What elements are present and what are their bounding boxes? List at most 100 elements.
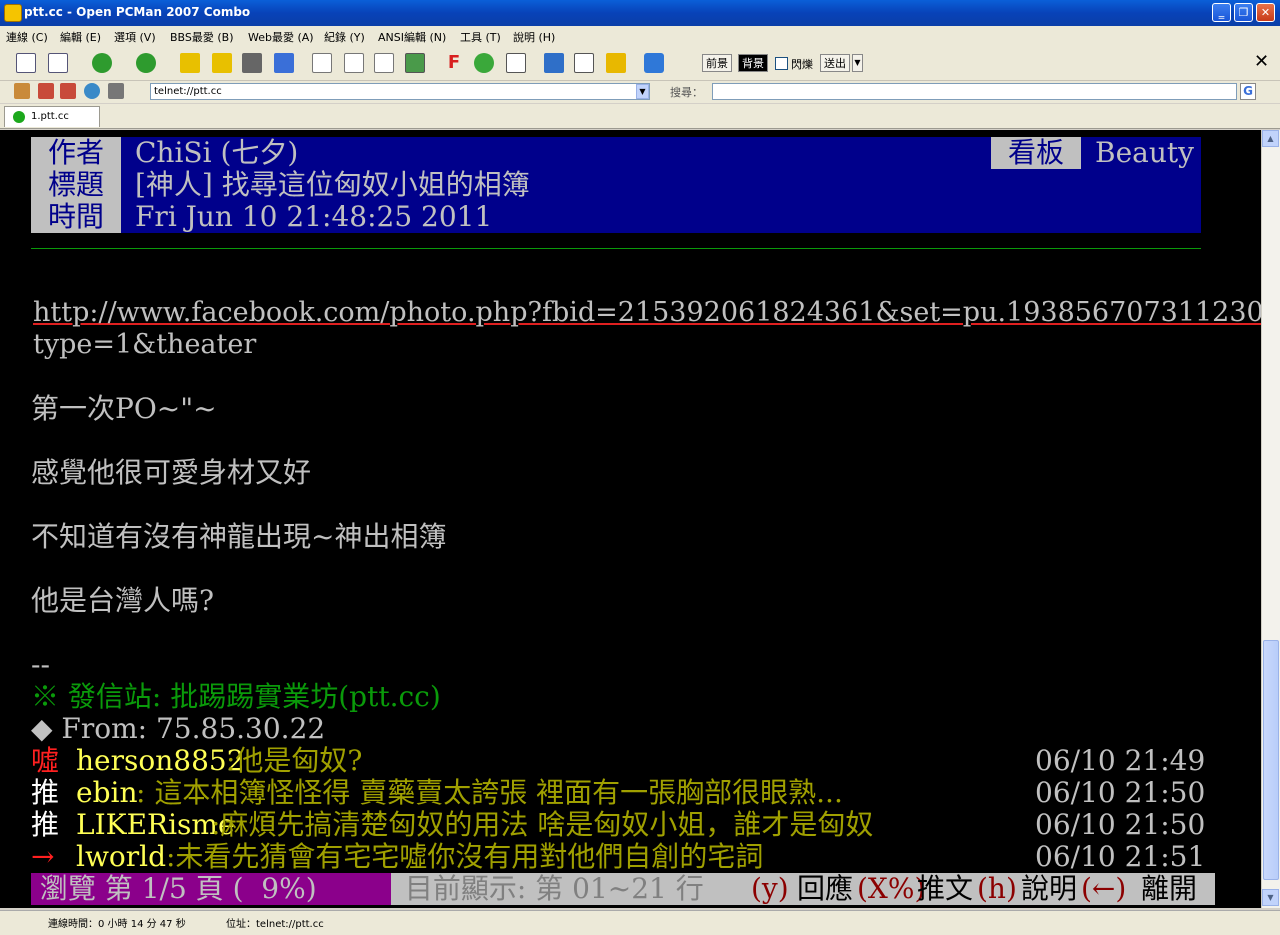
author-value: ChiSi (七夕)	[135, 136, 299, 169]
connected-status-icon	[13, 111, 25, 123]
signature-separator: --	[31, 648, 50, 681]
add-favorite-icon[interactable]	[274, 53, 294, 73]
scroll-up-arrow-icon[interactable]: ▲	[1262, 130, 1279, 147]
help-action[interactable]: 說明	[1021, 873, 1077, 905]
copy-paste-icon[interactable]	[374, 53, 394, 73]
forward-arrow-icon[interactable]	[136, 53, 156, 73]
url-link[interactable]: http://www.facebook.com/photo.php?fbid=2…	[33, 297, 1280, 329]
menu-log[interactable]: 紀錄 (Y)	[324, 29, 365, 45]
web-browser-icon[interactable]	[544, 53, 564, 73]
board-label: 看板	[991, 137, 1081, 169]
title-label: 標題	[31, 169, 121, 201]
time-label: 時間	[31, 201, 121, 233]
menu-tools[interactable]: 工具 (T)	[460, 29, 501, 45]
globe-icon[interactable]	[84, 83, 100, 99]
bbs-list-icon[interactable]	[38, 83, 54, 99]
origin-line: ※ 發信站: 批踢踢實業坊(ptt.cc)	[31, 680, 441, 713]
back-arrow-icon[interactable]	[92, 53, 112, 73]
article-header: 作者 ChiSi (七夕) 看板 Beauty 標題 [神人] 找尋這位匈奴小姐…	[31, 137, 1201, 233]
menu-connection[interactable]: 連線 (C)	[6, 29, 48, 45]
reply-key[interactable]: (y)	[751, 873, 789, 905]
menu-bbs-favorites[interactable]: BBS最愛 (B)	[170, 29, 234, 45]
menu-edit[interactable]: 編輯 (E)	[60, 29, 101, 45]
paste-icon[interactable]	[344, 53, 364, 73]
toolbar: F 前景 背景 閃爍 送出 ▼ ✕	[0, 46, 1280, 81]
disconnect-icon[interactable]	[242, 53, 262, 73]
foreground-color-button[interactable]: 前景	[702, 54, 732, 72]
fullscreen-icon[interactable]	[506, 53, 526, 73]
home-icon[interactable]	[14, 83, 30, 99]
blink-checkbox[interactable]	[775, 57, 788, 70]
menu-ansi-edit[interactable]: ANSI編輯 (N)	[378, 29, 446, 45]
leave-action[interactable]: 離開	[1141, 873, 1197, 905]
comment-user: herson8852	[76, 744, 245, 777]
body-line: 不知道有沒有神龍出現~神出相簿	[31, 520, 447, 553]
vertical-scrollbar[interactable]: ▲ ▼	[1261, 130, 1280, 908]
tab-label: 1.ptt.cc	[31, 111, 69, 122]
copy-icon[interactable]	[312, 53, 332, 73]
comment-text: :他是匈奴?	[226, 744, 363, 777]
blink-label: 閃爍	[791, 58, 813, 71]
terminal-icon[interactable]	[108, 83, 124, 99]
ansi-editor-icon[interactable]	[574, 53, 594, 73]
font-icon[interactable]: F	[444, 53, 464, 73]
comment-tag: 推	[31, 808, 60, 841]
comment-time: 06/10 21:50	[1035, 776, 1206, 809]
window-title: ptt.cc - Open PCMan 2007 Combo	[24, 5, 251, 19]
menu-help[interactable]: 說明 (H)	[513, 29, 555, 45]
time-value: Fri Jun 10 21:48:25 2011	[135, 200, 493, 233]
settings-gear-icon[interactable]	[474, 53, 494, 73]
send-button[interactable]: 送出	[820, 54, 850, 72]
menu-web-favorites[interactable]: Web最愛 (A)	[248, 29, 314, 45]
leave-key[interactable]: (←)	[1081, 873, 1126, 905]
footer-bar: 瀏覽 第 1/5 頁 ( 9%) 目前顯示: 第 01~21 行 (y) 回應 …	[31, 873, 1215, 905]
comment-text: :麻煩先搞清楚匈奴的用法 啥是匈奴小姐，誰才是匈奴	[211, 808, 874, 841]
header-divider	[31, 248, 1201, 249]
minimize-button[interactable]: ‗	[1212, 3, 1231, 22]
tab-bar: 1.ptt.cc	[0, 104, 1280, 129]
scroll-thumb[interactable]	[1263, 640, 1279, 880]
new-connection-icon[interactable]	[48, 53, 68, 73]
scroll-down-arrow-icon[interactable]: ▼	[1262, 889, 1279, 906]
board-value: Beauty	[1095, 136, 1194, 169]
page-progress: 瀏覽 第 1/5 頁 ( 9%)	[31, 873, 391, 905]
status-address: 位址：telnet://ptt.cc	[226, 919, 324, 930]
body-line: 感覺他很可愛身材又好	[31, 456, 312, 489]
title-bar: ptt.cc - Open PCMan 2007 Combo ‗ ❐ ✕	[0, 0, 1280, 26]
reconnect-icon[interactable]	[180, 53, 200, 73]
url-link-continued[interactable]: type=1&theater	[33, 329, 256, 361]
comment-user: lworld	[76, 840, 167, 873]
app-icon	[4, 4, 22, 22]
send-dropdown-icon[interactable]: ▼	[852, 54, 863, 72]
address-dropdown-icon[interactable]: ▼	[636, 84, 649, 99]
address-book-icon[interactable]	[16, 53, 36, 73]
background-color-button[interactable]: 背景	[738, 54, 768, 72]
push-key[interactable]: (X%)	[857, 873, 925, 905]
close-button[interactable]: ✕	[1256, 3, 1275, 22]
reconnect-all-icon[interactable]	[212, 53, 232, 73]
reply-action[interactable]: 回應	[797, 873, 853, 905]
comment-text: : 這本相簿怪怪得 賣藥賣太誇張 裡面有一張胸部很眼熟...	[136, 776, 843, 809]
help-key[interactable]: (h)	[977, 873, 1017, 905]
comment-text: :未看先猜會有宅宅噓你沒有用對他們自創的宅詞	[166, 840, 764, 873]
address-bar-row: telnet://ptt.cc ▼ 搜尋： G	[0, 81, 1280, 103]
push-action[interactable]: 推文	[917, 873, 973, 905]
author-label: 作者	[31, 137, 121, 169]
menu-bar: 連線 (C) 編輯 (E) 選項 (V) BBS最愛 (B) Web最愛 (A)…	[0, 26, 1280, 46]
search-input[interactable]	[712, 83, 1237, 100]
address-input[interactable]: telnet://ptt.cc	[150, 83, 650, 100]
body-line: 他是台灣人嗎?	[31, 584, 215, 617]
menu-options[interactable]: 選項 (V)	[114, 29, 156, 45]
comment-tag: →	[31, 840, 55, 873]
lock-icon[interactable]	[606, 53, 626, 73]
close-toolbar-icon[interactable]: ✕	[1254, 51, 1269, 72]
google-search-icon[interactable]: G	[1240, 83, 1256, 100]
terminal-screen[interactable]: 作者 ChiSi (七夕) 看板 Beauty 標題 [神人] 找尋這位匈奴小姐…	[0, 130, 1280, 908]
body-line: 第一次PO~"~	[31, 392, 217, 425]
screenshot-icon[interactable]	[405, 53, 425, 73]
search-label: 搜尋：	[670, 86, 703, 99]
pcman-logo-icon[interactable]	[644, 53, 664, 73]
maximize-button[interactable]: ❐	[1234, 3, 1253, 22]
tab-ptt[interactable]: 1.ptt.cc	[4, 106, 100, 127]
bbs-favorites-icon[interactable]	[60, 83, 76, 99]
